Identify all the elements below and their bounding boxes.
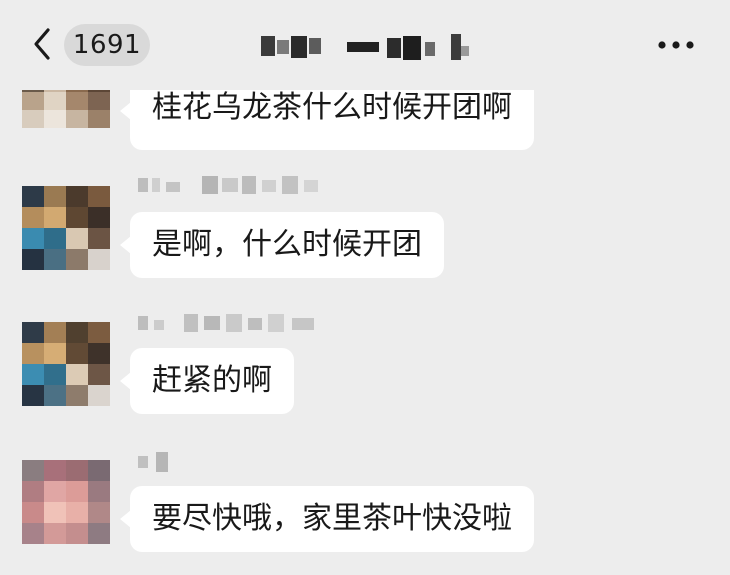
sender-name-blurred (134, 450, 194, 476)
message-bubble[interactable]: 要尽快哦，家里茶叶快没啦 (120, 486, 534, 552)
message-text: 赶紧的啊 (152, 363, 272, 398)
sender-name-blurred (134, 174, 334, 200)
message-text: 桂花乌龙茶什么时候开团啊 (152, 90, 512, 125)
unread-count: 1691 (72, 30, 142, 60)
more-button[interactable] (652, 30, 702, 60)
chat-title-blurred (255, 28, 485, 68)
back-button[interactable] (30, 24, 54, 64)
chevron-left-icon (34, 28, 50, 60)
message-text: 要尽快哦，家里茶叶快没啦 (152, 501, 512, 536)
sender-name-blurred (134, 312, 334, 338)
avatar[interactable] (22, 460, 110, 544)
message-text: 是啊，什么时候开团 (152, 227, 422, 262)
ellipsis-icon (658, 41, 694, 49)
unread-count-badge[interactable]: 1691 (64, 24, 150, 66)
message-bubble[interactable]: 是啊，什么时候开团 (120, 212, 444, 278)
message-bubble[interactable]: 赶紧的啊 (120, 348, 294, 414)
avatar[interactable] (22, 186, 110, 270)
chat-header: 1691 (0, 0, 730, 90)
avatar[interactable] (22, 322, 110, 406)
